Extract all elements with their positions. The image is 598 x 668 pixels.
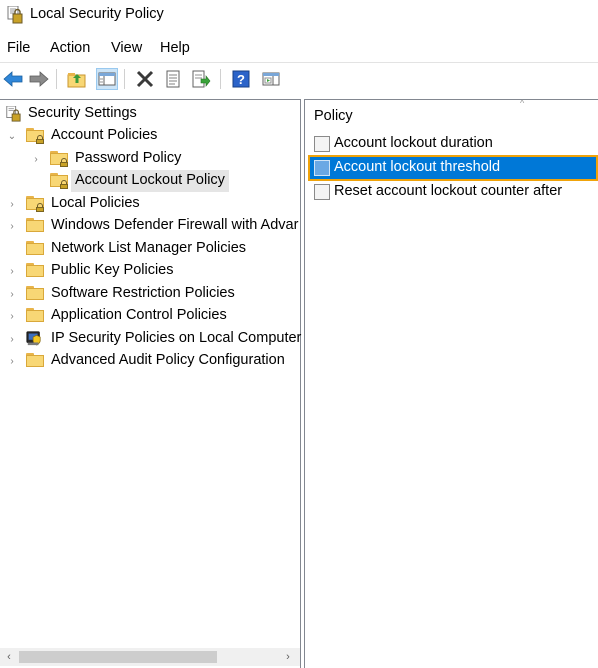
chevron-right-icon[interactable]: › [6,265,18,277]
menu-bar: File Action View Help [0,38,598,60]
tree-item-local-policies[interactable]: › Local Policies [4,193,294,215]
action-pane-icon [262,72,280,86]
policy-setting-icon [314,184,330,200]
folder-up-icon [67,73,86,88]
toolbar: ? [0,62,598,94]
menu-help[interactable]: Help [160,40,190,56]
policy-setting-icon [314,136,330,152]
chevron-right-icon[interactable]: › [6,198,18,210]
tree-item-label: IP Security Policies on Local Computer [51,330,302,346]
ip-security-shield-icon [26,331,41,346]
folder-icon [26,241,44,257]
policy-row-label: Reset account lockout counter after [334,183,563,199]
chevron-right-icon[interactable]: › [30,153,42,165]
tree-item-password-policy[interactable]: › Password Policy [4,148,294,170]
tree-item-account-lockout-policy[interactable]: Account Lockout Policy [4,170,294,192]
tree-item-label: Local Policies [51,195,140,211]
tree-item-label: Application Control Policies [51,307,227,323]
toolbar-separator [124,69,125,89]
folder-icon [26,263,44,279]
policy-row-account-lockout-threshold[interactable]: Account lockout threshold [308,155,598,181]
tree-item-label: Password Policy [75,150,182,166]
security-settings-icon [6,106,21,122]
help-button[interactable]: ? [230,68,252,90]
export-list-icon [192,70,211,88]
title-bar: Local Security Policy [0,0,598,32]
forward-arrow-icon [29,71,49,87]
menu-file[interactable]: File [7,40,30,56]
delete-x-icon [136,70,154,88]
tree-item-network-list-manager-policies[interactable]: Network List Manager Policies [4,238,294,260]
tree-item-label: Account Lockout Policy [71,170,229,192]
scroll-left-arrow-icon[interactable]: ‹ [1,649,17,665]
show-hide-console-tree-button[interactable] [96,68,118,90]
chevron-right-icon[interactable]: › [6,333,18,345]
console-tree-icon [98,72,116,86]
forward-button[interactable] [28,68,50,90]
policy-row-label: Account lockout duration [334,135,493,151]
back-button[interactable] [2,68,24,90]
folder-lock-icon [26,128,44,144]
tree-item-software-restriction-policies[interactable]: › Software Restriction Policies [4,283,294,305]
svg-text:?: ? [237,72,245,87]
horizontal-scrollbar[interactable]: ‹ › [0,648,300,666]
chevron-right-icon[interactable]: › [6,355,18,367]
folder-icon [26,353,44,369]
show-hide-action-pane-button[interactable] [260,68,282,90]
tree-item-label: Advanced Audit Policy Configuration [51,352,285,368]
folder-icon [26,286,44,302]
toolbar-separator [220,69,221,89]
tree-item-label: Windows Defender Firewall with Advar [51,217,299,233]
scrollbar-thumb[interactable] [19,651,217,663]
folder-lock-icon [26,196,44,212]
scroll-right-arrow-icon[interactable]: › [280,649,296,665]
tree-item-label: Account Policies [51,127,158,143]
tree-item-public-key-policies[interactable]: › Public Key Policies [4,260,294,282]
back-arrow-icon [3,71,23,87]
chevron-right-icon[interactable]: › [6,220,18,232]
up-one-level-button[interactable] [66,68,88,90]
local-security-policy-icon [7,6,23,24]
folder-icon [26,308,44,324]
tree-item-ip-security-policies[interactable]: › IP Security Policies on Local Computer [4,328,302,350]
toolbar-separator [56,69,57,89]
export-list-button[interactable] [190,68,212,90]
tree-item-label: Software Restriction Policies [51,285,235,301]
menu-view[interactable]: View [111,40,142,56]
window-title: Local Security Policy [30,6,164,22]
policy-row-label: Account lockout threshold [334,159,501,175]
sort-ascending-icon: ^ [520,98,525,108]
tree-item-application-control-policies[interactable]: › Application Control Policies [4,305,294,327]
tree-item-security-settings[interactable]: Security Settings [4,103,294,125]
chevron-down-icon[interactable]: ⌄ [6,130,18,142]
properties-button[interactable] [162,68,184,90]
folder-icon [26,218,44,234]
policy-setting-icon [314,160,330,176]
column-header-policy[interactable]: Policy [314,108,353,124]
folder-lock-icon [50,151,68,167]
folder-lock-icon [50,173,68,189]
policy-row-account-lockout-duration[interactable]: Account lockout duration [310,133,596,155]
delete-button[interactable] [134,68,156,90]
policy-row-reset-account-lockout-counter[interactable]: Reset account lockout counter after [310,181,596,203]
properties-icon [166,70,180,88]
menu-action[interactable]: Action [50,40,90,56]
tree-item-windows-defender-firewall[interactable]: › Windows Defender Firewall with Advar [4,215,300,237]
tree-item-account-policies[interactable]: ⌄ Account Policies [4,125,294,147]
tree-item-label: Security Settings [28,105,137,121]
tree-item-label: Public Key Policies [51,262,174,278]
chevron-right-icon[interactable]: › [6,288,18,300]
tree-item-label: Network List Manager Policies [51,240,247,256]
chevron-right-icon[interactable]: › [6,310,18,322]
help-icon: ? [232,70,250,88]
tree-item-advanced-audit-policy-configuration[interactable]: › Advanced Audit Policy Configuration [4,350,294,372]
